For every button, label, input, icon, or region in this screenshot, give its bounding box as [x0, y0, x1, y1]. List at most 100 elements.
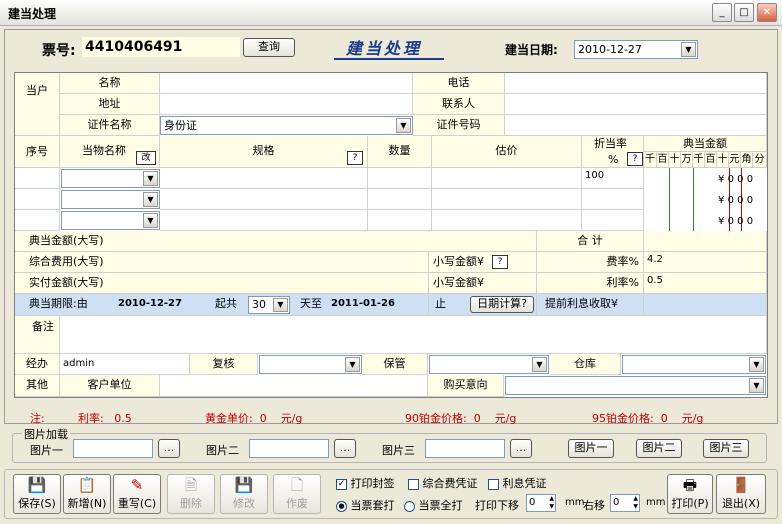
chevron-down-icon[interactable]: ▼ — [532, 357, 547, 372]
show-picture3-button[interactable]: 图片三 — [703, 439, 749, 458]
discount-cell[interactable] — [582, 210, 644, 231]
chevron-down-icon[interactable]: ▼ — [143, 192, 158, 207]
date-calc-button[interactable]: 日期计算? — [470, 296, 534, 313]
period-to[interactable]: 2011-01-26 — [331, 294, 395, 314]
maximize-button[interactable]: □ — [734, 3, 754, 22]
picture3-browse-button[interactable]: ... — [510, 439, 532, 458]
picture2-browse-button[interactable]: ... — [334, 439, 356, 458]
qty-cell[interactable] — [368, 189, 432, 210]
checkbox-icon[interactable] — [408, 478, 419, 490]
chevron-down-icon[interactable]: ▼ — [749, 357, 764, 372]
discount-cell[interactable] — [582, 189, 644, 210]
intent-select[interactable]: ▼ — [505, 376, 766, 395]
print-right-spinner[interactable]: 0 ▲ ▼ — [610, 494, 640, 512]
show-picture1-button[interactable]: 图片一 — [568, 439, 614, 458]
radio-icon[interactable] — [404, 500, 415, 512]
full-print-option[interactable]: 当票全打 — [404, 497, 463, 513]
table-row-seq — [15, 168, 60, 189]
minimize-button[interactable]: _ — [712, 3, 732, 22]
spec-cell[interactable] — [160, 189, 368, 210]
exit-button[interactable]: 🚪 退出(X) — [716, 474, 766, 514]
radio-selected-icon[interactable]: ● — [336, 500, 347, 512]
fee-cert-option[interactable]: 综合费凭证 — [408, 475, 478, 491]
chevron-down-icon[interactable]: ▼ — [143, 171, 158, 186]
customer-input[interactable] — [160, 375, 428, 397]
item-name-select[interactable]: ▼ — [61, 211, 160, 230]
close-button[interactable]: ✕ — [757, 3, 777, 22]
picture1-path[interactable] — [73, 439, 153, 458]
item-name-select[interactable]: ▼ — [61, 190, 160, 209]
amount-unit-label: 万 — [681, 152, 693, 168]
qty-cell[interactable] — [368, 168, 432, 189]
print-down-spinner[interactable]: 0 ▲ ▼ — [526, 494, 556, 512]
keeper-select[interactable]: ▼ — [429, 355, 549, 374]
store-select[interactable]: ▼ — [622, 355, 766, 374]
amount-unit-label: 十 — [669, 152, 681, 168]
qty-cell[interactable] — [368, 210, 432, 231]
save-button[interactable]: 💾 保存(S) — [13, 474, 61, 514]
address-input[interactable] — [160, 94, 413, 115]
discount-cell[interactable]: 100 — [582, 168, 644, 189]
set-print-option[interactable]: ● 当票套打 — [336, 497, 395, 513]
picture1-browse-button[interactable]: ... — [158, 439, 180, 458]
spinner-arrows-icon[interactable]: ▲ ▼ — [633, 495, 638, 511]
edit-button[interactable]: 💾 修改 — [220, 474, 268, 514]
rate-value[interactable]: 0.5 — [644, 273, 767, 294]
print-button[interactable]: 🖶 打印(P) — [667, 474, 713, 514]
phone-input[interactable] — [505, 73, 767, 94]
appraise-cell[interactable] — [432, 210, 582, 231]
table-row-seq — [15, 189, 60, 210]
appraise-cell[interactable] — [432, 189, 582, 210]
customer-label: 客户单位 — [60, 375, 160, 397]
rewrite-button[interactable]: ✎ 重写(C) — [113, 474, 161, 514]
id-number-input[interactable] — [505, 115, 767, 136]
period-total-label: 起共 — [215, 297, 237, 310]
amount-caps-label: 典当金额(大写) — [15, 231, 537, 252]
chevron-down-icon[interactable]: ▼ — [345, 357, 360, 372]
floppy-icon: 💾 — [27, 476, 47, 494]
seal-option[interactable]: ✓ 打印封签 — [336, 475, 395, 491]
help-icon[interactable]: ? — [627, 152, 643, 166]
query-button[interactable]: 查询 — [243, 38, 295, 57]
chevron-down-icon[interactable]: ▼ — [396, 118, 411, 133]
spec-cell[interactable] — [160, 210, 368, 231]
show-picture2-button[interactable]: 图片二 — [636, 439, 682, 458]
actual-small-amount: 小写金额¥ — [429, 273, 537, 294]
checkbox-checked-icon[interactable]: ✓ — [336, 478, 347, 490]
date-picker[interactable]: 2010-12-27 ▼ — [574, 40, 698, 59]
chevron-down-icon[interactable]: ▼ — [273, 298, 288, 312]
printer-icon: 🖶 — [682, 476, 698, 494]
change-button[interactable]: 改 — [136, 151, 156, 165]
picture-group-title: 图片加载 — [22, 426, 70, 442]
interest-cert-option[interactable]: 利息凭证 — [488, 475, 547, 491]
period-from[interactable]: 2010-12-27 — [118, 294, 182, 314]
item-name-header: 当物名称改 — [60, 136, 160, 168]
fee-rate-value[interactable]: 4.2 — [644, 252, 767, 273]
spinner-arrows-icon[interactable]: ▲ ▼ — [549, 495, 554, 511]
early-interest-value[interactable] — [644, 294, 767, 316]
help-icon[interactable]: ? — [347, 151, 363, 165]
review-label: 复核 — [190, 354, 258, 375]
picture3-path[interactable] — [425, 439, 505, 458]
chevron-down-icon[interactable]: ▼ — [681, 42, 696, 57]
id-type-select[interactable]: 身份证 ▼ — [160, 116, 413, 135]
handler-value[interactable]: admin — [60, 354, 190, 375]
item-name-select[interactable]: ▼ — [61, 169, 160, 188]
remark-input[interactable] — [60, 316, 767, 354]
owner-name-input[interactable] — [160, 73, 413, 94]
appraise-header: 估价 — [432, 136, 582, 168]
contact-input[interactable] — [505, 94, 767, 115]
picture2-path[interactable] — [249, 439, 329, 458]
checkbox-icon[interactable] — [488, 478, 499, 490]
review-select[interactable]: ▼ — [259, 355, 362, 374]
days-select[interactable]: 30 ▼ — [248, 296, 290, 314]
delete-button[interactable]: 🗎 删除 — [167, 474, 215, 514]
help-icon[interactable]: ? — [492, 255, 508, 269]
new-button[interactable]: 📋 新增(N) — [63, 474, 111, 514]
chevron-down-icon[interactable]: ▼ — [749, 378, 764, 393]
chevron-down-icon[interactable]: ▼ — [143, 213, 158, 228]
void-button[interactable]: 🗋 作废 — [273, 474, 321, 514]
appraise-cell[interactable] — [432, 168, 582, 189]
spec-cell[interactable] — [160, 168, 368, 189]
ticket-number-field[interactable]: 4410406491 — [82, 37, 240, 57]
